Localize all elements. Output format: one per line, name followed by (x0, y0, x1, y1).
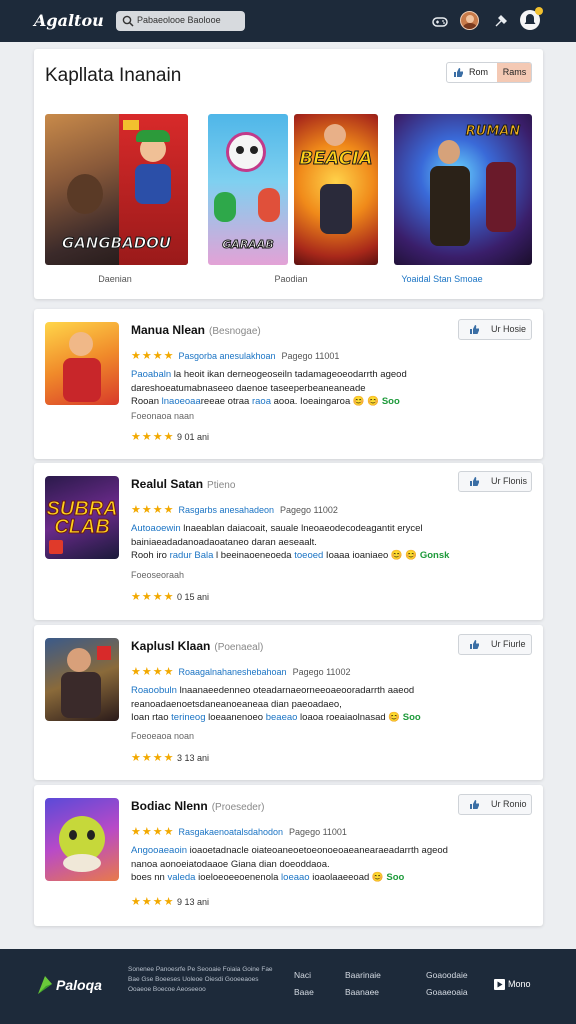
featured-tile-1[interactable]: GANGBADOU (45, 114, 188, 265)
search-box[interactable]: Pabaeolooe Baolooe (116, 11, 245, 31)
thumbs-up-icon (470, 325, 479, 334)
tile-title: BEACIA (299, 148, 373, 170)
footer-link[interactable]: Baae (294, 984, 314, 1001)
game-title: Bodiac Nlenn (Proeseder) (131, 799, 265, 813)
game-meta: Foeoeaoa noan (131, 731, 195, 741)
featured-tile-4[interactable]: RUMAN (394, 114, 532, 265)
star-rating: ★★★★ (131, 666, 175, 678)
rating-row: ★★★★ Roaagalnahaneshebahoan Pagego 11002 (131, 666, 351, 678)
featured-section: Kapllata Inanain Rom Rams GANGBADOU GARA… (34, 49, 543, 299)
gamepad-icon[interactable] (431, 12, 449, 30)
footer-links-3: Goaoodaie Goaaeoaia (426, 967, 468, 1001)
featured-tile-3[interactable]: BEACIA (294, 114, 378, 265)
rating-row: ★★★★ Rasgarbs anesahadeon Pagego 11002 (131, 504, 338, 516)
notifications-icon[interactable] (520, 7, 543, 30)
game-thumbnail[interactable] (45, 638, 119, 721)
footer-links-2: Baarinaie Baanaee (345, 967, 381, 1001)
footer-copyright: Sonenee Panoesrfe Pe Seooaie Foiaia Goin… (128, 966, 273, 993)
tile-title: GANGBADOU (61, 234, 172, 253)
play-icon (494, 979, 505, 990)
game-thumbnail[interactable] (45, 322, 119, 405)
game-card[interactable]: Bodiac Nlenn (Proeseder) ★★★★ Rasgakaenoat… (34, 785, 543, 926)
game-title: Kaplusl Klaan (Poenaeal) (131, 639, 264, 653)
game-score: ★★★★ 0 15 ani (131, 591, 209, 603)
game-thumbnail[interactable] (45, 798, 119, 881)
game-score: ★★★★ 9 13 ani (131, 896, 209, 908)
footer-play-button[interactable]: Mono (494, 979, 531, 990)
thumbs-up-icon (470, 640, 479, 649)
footer-link[interactable]: Baarinaie (345, 967, 381, 984)
game-score: ★★★★ 9 01 ani (131, 431, 209, 443)
game-description: Roaoobuln lnaanaeedenneo oteadarnaeornee… (131, 685, 421, 723)
like-button[interactable]: Ur Fiurle (458, 634, 532, 655)
app-logo[interactable]: Agaltou (34, 11, 104, 30)
tile-caption-3[interactable]: Yoaidal Stan Smoae (390, 274, 494, 284)
game-card[interactable]: Kaplusl Klaan (Poenaeal) ★★★★ Roaagalnahan… (34, 625, 543, 780)
like-button[interactable]: Ur Ronio (458, 794, 532, 815)
tile-title: RUMAN (465, 124, 521, 140)
sort-option-right[interactable]: Rams (497, 63, 531, 82)
thumbs-up-icon (470, 800, 479, 809)
tile-title: GARAAB (222, 238, 274, 252)
footer-link[interactable]: Goaaeoaia (426, 984, 468, 1001)
game-description: Paoabaln la heoit ikan derneogeoseiln ta… (131, 369, 407, 407)
game-meta: Foeoseoraah (131, 570, 185, 580)
tile-caption-2[interactable]: Paodian (266, 274, 316, 284)
like-button[interactable]: Ur Flonis (458, 471, 532, 492)
top-header: Agaltou Pabaeolooe Baolooe (0, 0, 576, 42)
game-description: Autoaoewin lnaeablan daiacoait, sauale l… (131, 523, 450, 561)
game-description: Angooaeaoin ioaoetadnacle oiateoaneoetoe… (131, 845, 448, 883)
leaf-logo-icon (38, 976, 52, 994)
rating-row: ★★★★ Rasgakaenoatalsdahodon Pagego 11001 (131, 826, 347, 838)
game-score: ★★★★ 3 13 ani (131, 752, 209, 764)
footer-link[interactable]: Naci (294, 967, 314, 984)
thumbs-up-icon (470, 477, 479, 486)
star-rating: ★★★★ (131, 826, 175, 838)
footer-link[interactable]: Goaoodaie (426, 967, 468, 984)
footer-link[interactable]: Baanaee (345, 984, 381, 1001)
game-thumbnail[interactable]: SUBRA CLAB (45, 476, 119, 559)
featured-tile-2[interactable]: GARAAB (208, 114, 288, 265)
search-icon (122, 15, 134, 27)
notification-dot (535, 7, 543, 15)
footer-logo[interactable]: Paloqa (36, 974, 106, 998)
sort-toggle[interactable]: Rom Rams (446, 62, 532, 83)
sort-option-left[interactable]: Rom (447, 63, 497, 82)
star-rating: ★★★★ (131, 504, 175, 516)
footer-links-1: Naci Baae (294, 967, 314, 1001)
user-avatar[interactable] (460, 11, 479, 30)
game-card[interactable]: Manua Nlean (Besnogae) ★★★★ Pasgorba anesu… (34, 309, 543, 459)
footer: Paloqa Sonenee Panoesrfe Pe Seooaie Foia… (0, 949, 576, 1024)
game-title: Manua Nlean (Besnogae) (131, 323, 261, 337)
rating-row: ★★★★ Pasgorba anesulakhoan Pagego 11001 (131, 350, 340, 362)
star-rating: ★★★★ (131, 350, 175, 362)
like-button[interactable]: Ur Hosie (458, 319, 532, 340)
tile-caption-1[interactable]: Daenian (90, 274, 140, 284)
section-title: Kapllata Inanain (45, 65, 182, 86)
thumbs-up-icon (454, 68, 463, 77)
game-card[interactable]: SUBRA CLAB Realul Satan Ptieno ★★★★ Rasgarb… (34, 463, 543, 620)
search-input[interactable]: Pabaeolooe Baolooe (137, 15, 221, 25)
game-meta: Foeonaoa naan (131, 411, 195, 421)
tools-icon[interactable] (492, 12, 510, 30)
game-title: Realul Satan Ptieno (131, 477, 236, 491)
